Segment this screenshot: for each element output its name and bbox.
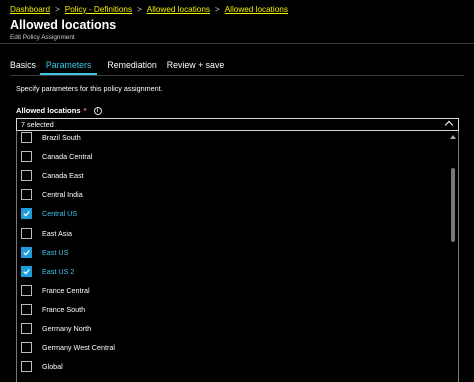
location-option-label: East US	[42, 247, 69, 257]
checkbox[interactable]	[21, 227, 32, 239]
location-option[interactable]: France South	[17, 300, 449, 319]
tab-bar: Basics Parameters Remediation Review + s…	[10, 58, 234, 75]
location-options: Brazil South Canada Central Canada East Cen…	[17, 131, 449, 376]
allowed-locations-label: Allowed locations * i	[16, 106, 102, 115]
tabs-divider	[10, 75, 464, 76]
location-option-label: Brazil South	[42, 133, 81, 143]
tab-review-save[interactable]: Review + save	[167, 58, 224, 75]
location-option-label: Germany North	[42, 323, 92, 333]
checkbox[interactable]	[21, 170, 32, 182]
checkbox[interactable]	[21, 189, 32, 201]
breadcrumb-separator: >	[55, 4, 60, 14]
tab-parameters[interactable]: Parameters	[39, 58, 98, 75]
required-asterisk: *	[83, 106, 87, 115]
page-subtitle: Edit Policy Assignment	[10, 34, 75, 41]
scroll-up-icon[interactable]	[450, 135, 456, 139]
checkmark-icon	[23, 249, 30, 256]
location-option-label: East US 2	[42, 266, 75, 276]
checkmark-icon	[23, 268, 30, 275]
header-divider	[0, 43, 474, 44]
breadcrumb-allowed-locations-definition[interactable]: Allowed locations	[147, 5, 210, 14]
location-option-label: France Central	[42, 285, 90, 295]
checkbox[interactable]	[21, 208, 32, 220]
location-option-label: Central India	[42, 190, 83, 200]
location-option[interactable]: France Central	[17, 281, 449, 300]
page-title: Allowed locations	[10, 18, 117, 32]
location-option-label: Global	[42, 362, 63, 372]
allowed-locations-select[interactable]: 7 selected	[16, 118, 459, 131]
selected-count: 7 selected	[21, 120, 54, 129]
checkbox[interactable]	[21, 132, 32, 144]
checkbox[interactable]	[21, 322, 32, 334]
breadcrumb: Dashboard > Policy - Definitions > Allow…	[10, 3, 288, 15]
checkbox[interactable]	[21, 246, 32, 258]
location-option-label: Central US	[42, 209, 78, 219]
checkbox[interactable]	[21, 265, 32, 277]
info-icon[interactable]: i	[93, 106, 102, 115]
dropdown-scrollbar[interactable]	[448, 131, 458, 382]
tab-basics[interactable]: Basics	[10, 58, 36, 75]
parameters-description: Specify parameters for this policy assig…	[16, 84, 163, 93]
location-option[interactable]: Global	[17, 357, 449, 376]
scrollbar-thumb[interactable]	[451, 168, 455, 242]
checkbox[interactable]	[21, 361, 32, 373]
checkbox[interactable]	[21, 284, 32, 296]
location-option[interactable]: East US	[17, 243, 449, 262]
checkbox[interactable]	[21, 151, 32, 163]
location-dropdown-list: Brazil South Canada Central Canada East Cen…	[16, 131, 459, 382]
location-option-label: Germany West Central	[42, 343, 115, 353]
location-option[interactable]: Central US	[17, 204, 449, 223]
breadcrumb-separator: >	[215, 4, 220, 14]
breadcrumb-dashboard[interactable]: Dashboard	[10, 5, 50, 14]
location-option[interactable]: Canada East	[17, 166, 449, 185]
location-option[interactable]: East Asia	[17, 223, 449, 242]
location-option[interactable]: Brazil South	[17, 131, 449, 147]
chevron-up-icon[interactable]	[444, 120, 454, 130]
location-option[interactable]: Germany North	[17, 319, 449, 338]
breadcrumb-policy-definitions[interactable]: Policy - Definitions	[65, 5, 132, 14]
location-option-label: France South	[42, 304, 86, 314]
allowed-locations-label-text: Allowed locations	[16, 106, 81, 115]
location-option[interactable]: Germany West Central	[17, 338, 449, 357]
checkbox[interactable]	[21, 342, 32, 354]
location-option[interactable]: Central India	[17, 185, 449, 204]
tab-remediation[interactable]: Remediation	[107, 58, 156, 75]
location-option-label: East Asia	[42, 228, 72, 238]
checkmark-icon	[23, 211, 30, 218]
location-option-label: Canada Central	[42, 152, 93, 162]
breadcrumb-separator: >	[137, 4, 142, 14]
breadcrumb-allowed-locations-assignment[interactable]: Allowed locations	[225, 5, 288, 14]
location-option[interactable]: Canada Central	[17, 147, 449, 166]
location-option[interactable]: East US 2	[17, 262, 449, 281]
checkbox[interactable]	[21, 303, 32, 315]
location-option-label: Canada East	[42, 171, 84, 181]
